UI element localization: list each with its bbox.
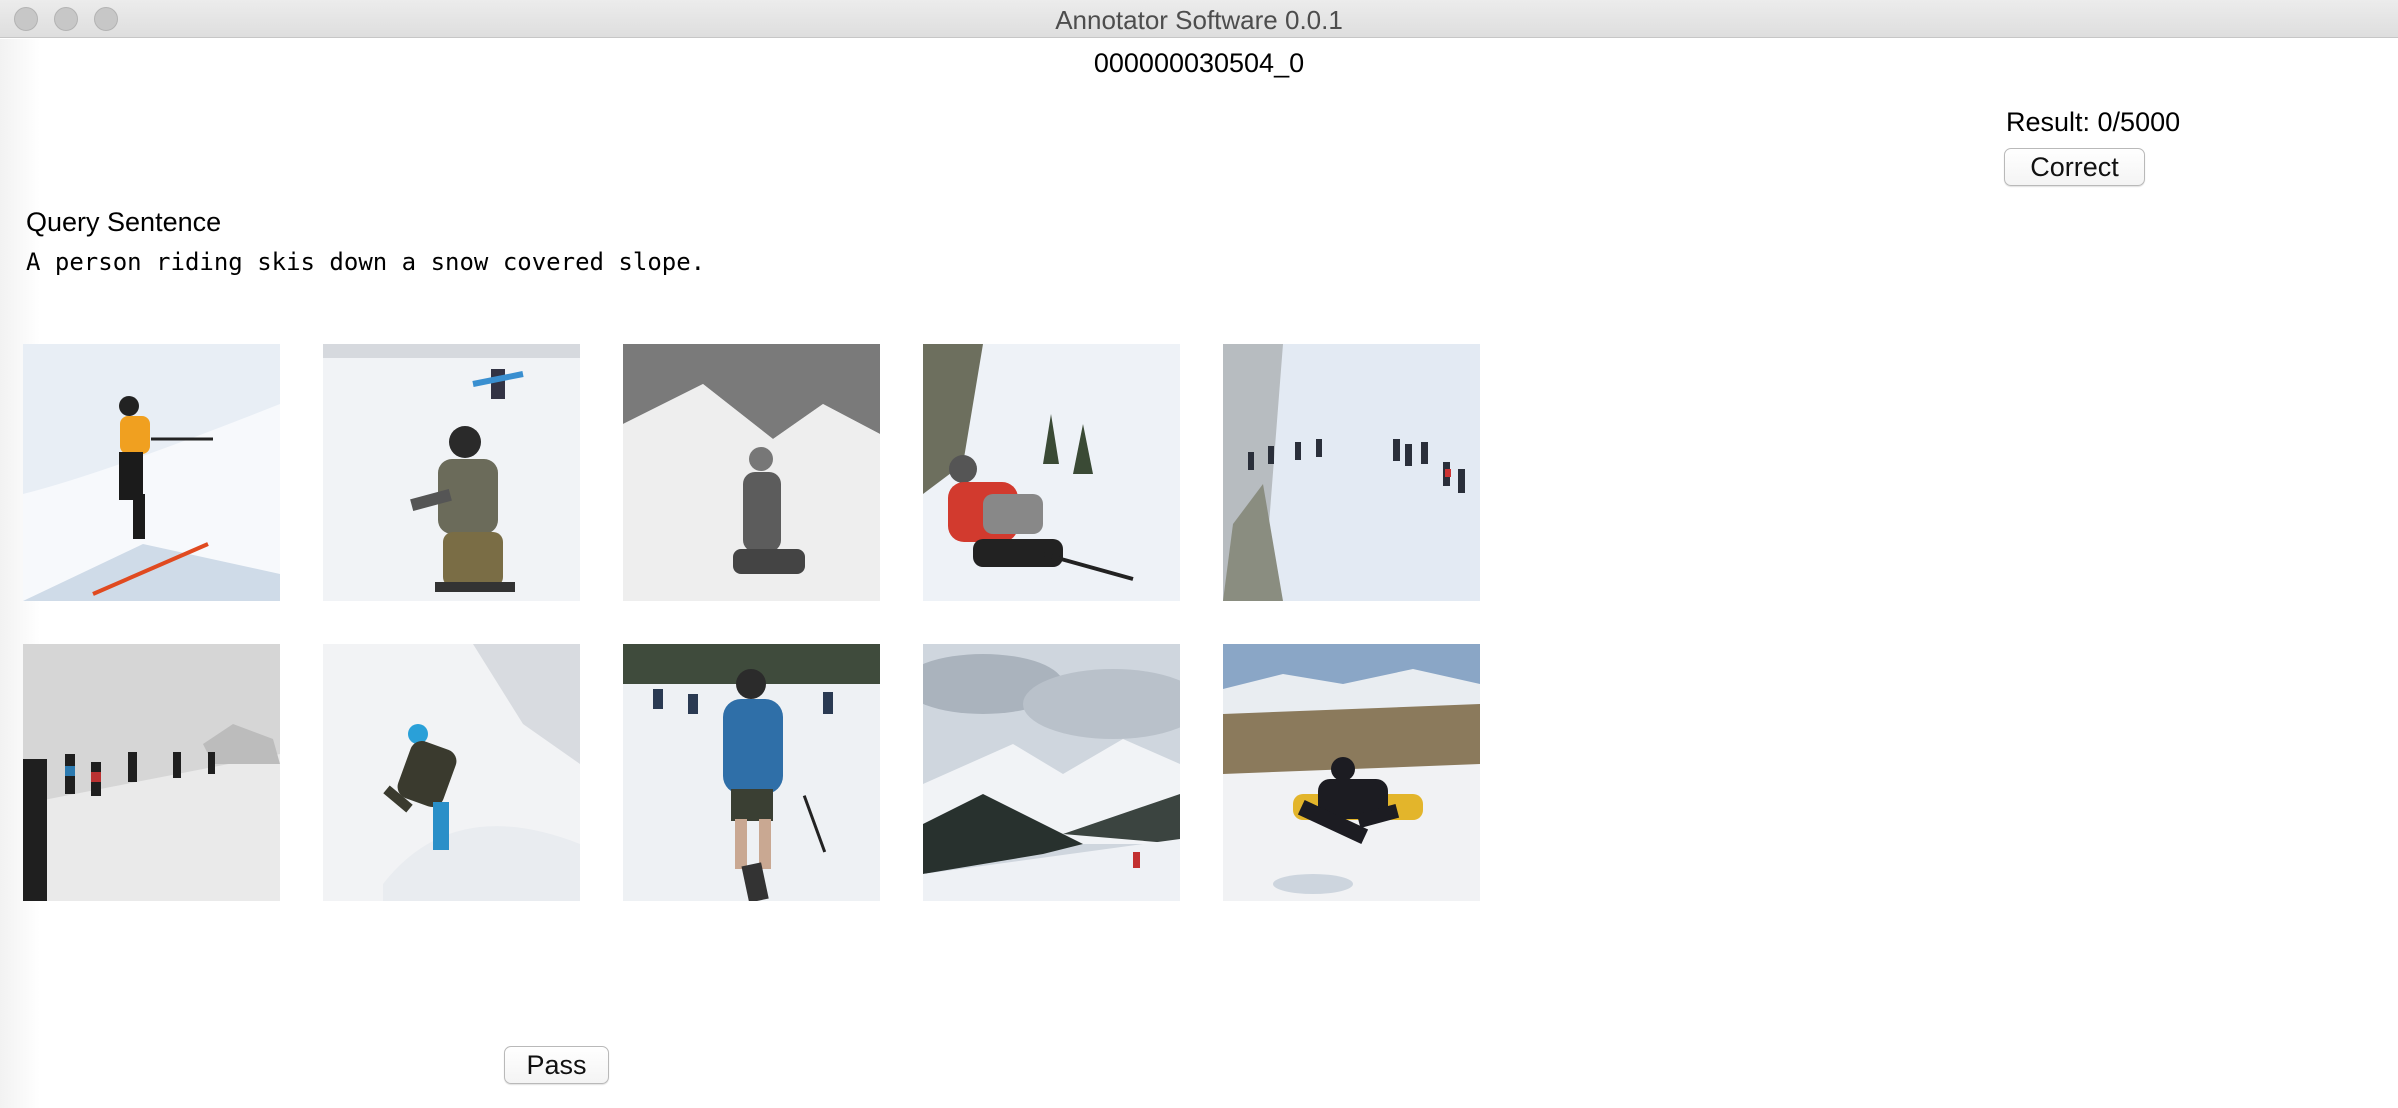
candidate-image-4[interactable] xyxy=(923,344,1180,601)
candidate-image-6[interactable] xyxy=(23,644,280,901)
main-content: 000000030504_0 Result: 0/5000 Correct Qu… xyxy=(0,39,2398,1108)
title-bar: Annotator Software 0.0.1 xyxy=(0,0,2398,38)
pass-button[interactable]: Pass xyxy=(504,1046,609,1084)
candidate-image-2[interactable] xyxy=(323,344,580,601)
item-id: 000000030504_0 xyxy=(1093,48,1305,78)
result-counter: Result: 0/5000 xyxy=(2006,107,2181,137)
query-sentence: A person riding skis down a snow covered… xyxy=(26,248,706,276)
candidate-image-8[interactable] xyxy=(623,644,880,901)
correct-button[interactable]: Correct xyxy=(2004,148,2145,186)
candidate-image-1[interactable] xyxy=(23,344,280,601)
candidate-image-5[interactable] xyxy=(1223,344,1480,601)
query-sentence-label: Query Sentence xyxy=(26,207,222,237)
candidate-image-10[interactable] xyxy=(1223,644,1480,901)
candidate-image-9[interactable] xyxy=(923,644,1180,901)
candidate-image-3[interactable] xyxy=(623,344,880,601)
candidate-image-7[interactable] xyxy=(323,644,580,901)
window-title: Annotator Software 0.0.1 xyxy=(1055,5,1343,35)
